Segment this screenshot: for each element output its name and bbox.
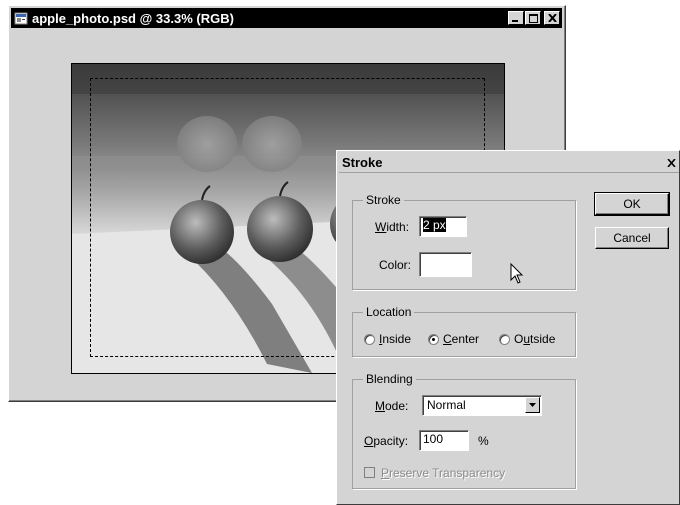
mouse-cursor-icon — [510, 262, 526, 288]
close-icon[interactable] — [664, 156, 678, 170]
dialog-titlebar[interactable]: Stroke — [339, 153, 679, 173]
location-group-legend: Location — [363, 305, 415, 319]
ok-button[interactable]: OK — [594, 192, 670, 216]
mode-label: Mode: — [375, 399, 409, 413]
document-title: apple_photo.psd @ 33.3% (RGB) — [32, 10, 234, 26]
photoshop-document-icon — [14, 11, 28, 25]
mode-select[interactable]: Normal — [422, 395, 542, 416]
color-swatch[interactable] — [419, 252, 472, 277]
inside-radio-label: Inside — [379, 332, 412, 346]
stroke-group-legend: Stroke — [363, 193, 404, 207]
color-label: Color: — [379, 258, 412, 272]
preserve-transparency-label: Preserve Transparency — [381, 466, 506, 480]
width-label: Width: — [375, 220, 410, 234]
blending-group-legend: Blending — [363, 372, 416, 386]
dialog-title: Stroke — [342, 155, 383, 170]
opacity-unit: % — [478, 434, 489, 448]
center-radio-label: Center — [443, 332, 480, 346]
close-icon[interactable] — [544, 11, 560, 25]
center-radio-button[interactable] — [428, 333, 439, 345]
outside-radio[interactable]: Outside — [499, 332, 555, 346]
center-radio[interactable]: Center — [428, 332, 479, 346]
cancel-button[interactable]: Cancel — [595, 227, 669, 249]
maximize-icon[interactable] — [525, 11, 541, 25]
outside-radio-button[interactable] — [499, 333, 510, 345]
preserve-transparency-checkbox[interactable] — [364, 467, 375, 478]
opacity-input[interactable]: 100 — [419, 430, 469, 451]
chevron-down-icon[interactable] — [525, 397, 540, 413]
inside-radio-button[interactable] — [364, 333, 375, 345]
opacity-label: Opacity: — [364, 434, 409, 448]
stroke-dialog: Stroke Stroke Width: 2 px Color: OK Canc… — [336, 150, 680, 505]
outside-radio-label: Outside — [514, 332, 556, 346]
document-titlebar[interactable]: apple_photo.psd @ 33.3% (RGB) — [11, 8, 562, 28]
width-input[interactable]: 2 px — [419, 216, 467, 237]
inside-radio[interactable]: Inside — [364, 332, 411, 346]
minimize-icon[interactable] — [508, 11, 524, 25]
